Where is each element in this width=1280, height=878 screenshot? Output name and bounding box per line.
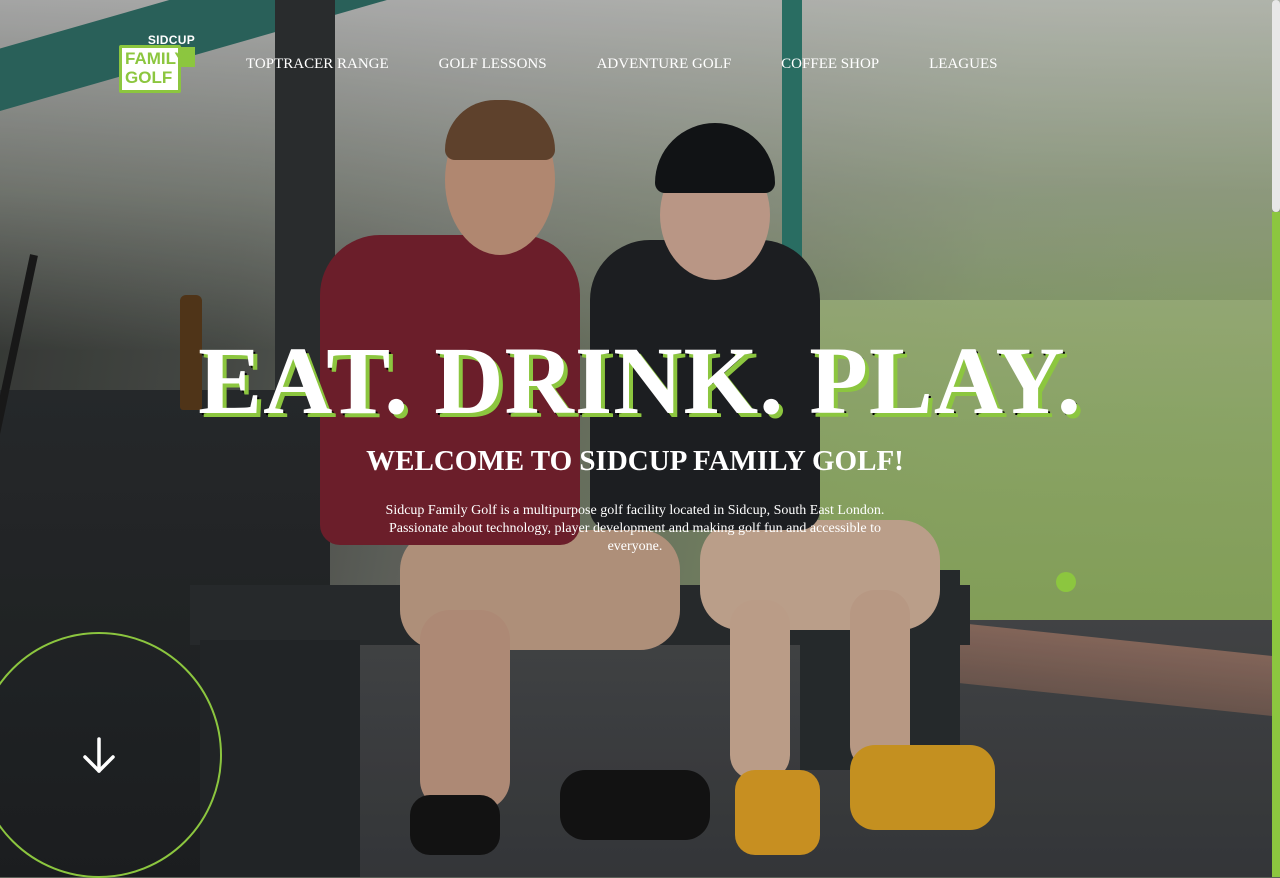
hero-subheading: WELCOME TO SIDCUP FAMILY GOLF! xyxy=(366,445,904,477)
nav-item-golf-lessons[interactable]: GOLF LESSONS xyxy=(439,56,547,76)
arrow-down-icon[interactable] xyxy=(82,736,116,776)
logo-badge: FAMILY GOLF xyxy=(119,45,186,93)
logo-line-family: FAMILY xyxy=(125,49,186,68)
nav-item-adventure-golf[interactable]: ADVENTURE GOLF xyxy=(597,56,732,76)
site-logo[interactable]: SIDCUP FAMILY GOLF xyxy=(119,33,197,95)
nav-item-toptracer-range[interactable]: TOPTRACER RANGE xyxy=(246,56,389,76)
main-nav: TOPTRACER RANGE GOLF LESSONS ADVENTURE G… xyxy=(246,56,1047,76)
nav-item-coffee-shop[interactable]: COFFEE SHOP xyxy=(781,56,879,76)
logo-line-golf: GOLF xyxy=(125,68,173,87)
green-edge-bar xyxy=(1272,212,1280,877)
scrollbar-thumb[interactable] xyxy=(1272,0,1280,212)
hero-intro-text: Sidcup Family Golf is a multipurpose gol… xyxy=(385,503,885,554)
nav-item-leagues[interactable]: LEAGUES xyxy=(929,56,997,76)
decorative-dot xyxy=(1056,572,1076,592)
hero-headline: EAT. DRINK. PLAY. xyxy=(198,327,1082,434)
